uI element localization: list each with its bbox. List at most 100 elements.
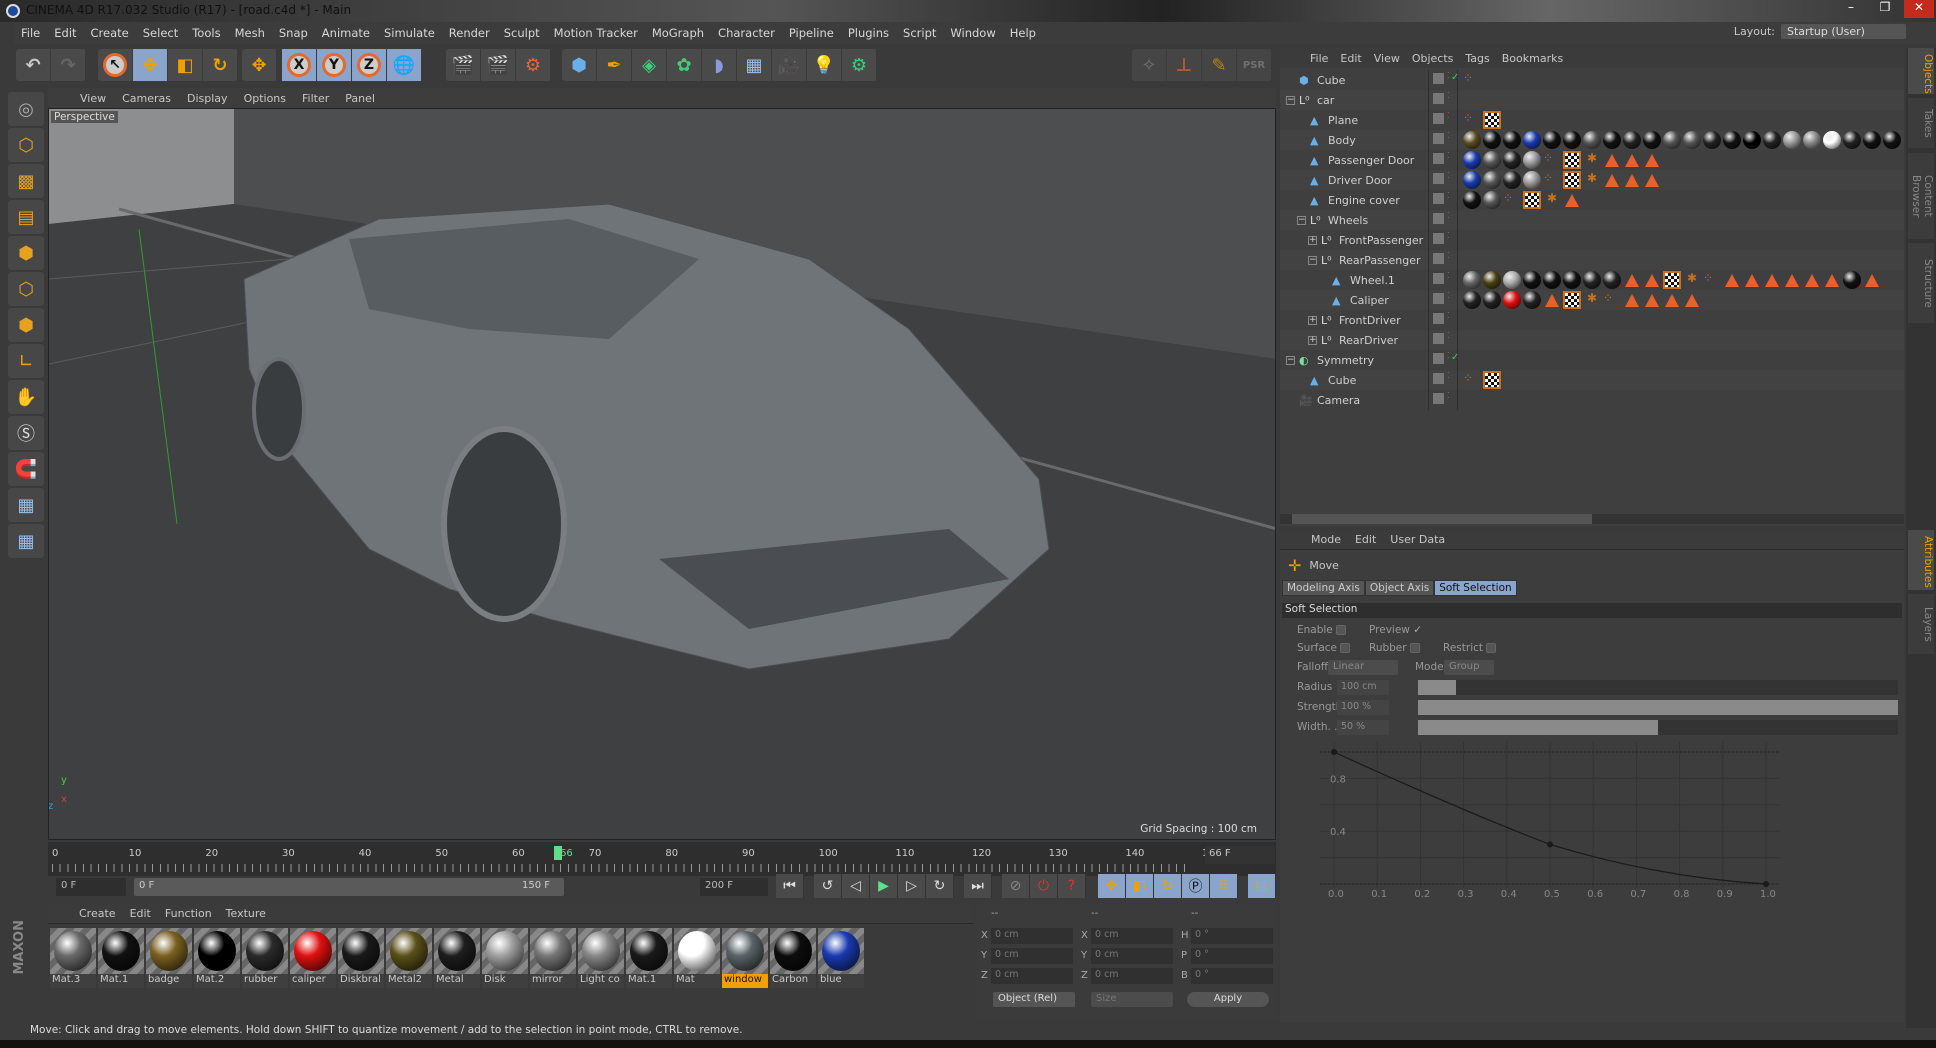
material-tag-icon[interactable] [1483, 131, 1501, 149]
model-mode-button[interactable]: ⬡ [8, 128, 44, 162]
points-mode-button[interactable]: ⬢ [8, 236, 44, 270]
visibility-dots-icon[interactable]: ⁚ [1447, 111, 1450, 120]
coord-field[interactable]: 0 cm [991, 948, 1073, 964]
material-tag-icon[interactable] [1883, 131, 1901, 149]
curve-control-point[interactable] [1763, 881, 1769, 887]
selection-tag-icon[interactable] [1605, 173, 1619, 187]
material-swatch[interactable]: Mat.2 [194, 928, 240, 988]
record-keys-button[interactable]: ⊘ [1002, 874, 1030, 898]
material-tag-icon[interactable] [1483, 171, 1501, 189]
material-swatch[interactable]: Mat.3 [50, 928, 96, 988]
key-position-button[interactable]: ✥ [1098, 874, 1126, 898]
visibility-dots-icon[interactable]: ⁚ [1447, 331, 1450, 340]
selection-tag-icon[interactable] [1645, 173, 1659, 187]
material-swatch[interactable]: Mat.1 [98, 928, 144, 988]
uvw-tag-icon[interactable] [1483, 111, 1501, 129]
deformer-button[interactable]: ◗ [702, 49, 737, 81]
object-row[interactable]: 🎥 Camera ⁚ [1280, 390, 1904, 410]
material-tag-icon[interactable] [1503, 291, 1521, 309]
material-tag-icon[interactable] [1523, 131, 1541, 149]
object-row[interactable]: ▲ Caliper ⁚ ✱ ⁘ [1280, 290, 1904, 310]
visibility-dots-icon[interactable]: ⁚ [1447, 211, 1450, 220]
selection-tag-icon[interactable] [1725, 273, 1739, 287]
side-tab-structure[interactable]: Structure [1908, 243, 1934, 323]
maximize-button[interactable]: ❐ [1870, 0, 1900, 18]
menu-edit[interactable]: Edit [47, 26, 83, 40]
collapse-icon[interactable]: − [1286, 355, 1295, 365]
menu-pipeline[interactable]: Pipeline [782, 26, 841, 40]
object-row[interactable]: ▲ Driver Door ⁚ ⁘ ✱ [1280, 170, 1904, 190]
material-tag-icon[interactable] [1823, 131, 1841, 149]
visibility-dots-icon[interactable]: ⁚ [1447, 191, 1450, 200]
material-swatch[interactable]: Metal2 [386, 928, 432, 988]
phong-tag-icon[interactable]: ⁘ [1463, 111, 1481, 129]
material-swatch[interactable]: caliper [290, 928, 336, 988]
axis-mode-button[interactable]: ∟ [8, 344, 44, 378]
material-menu-texture[interactable]: Texture [219, 907, 273, 920]
object-menu-view[interactable]: View [1368, 52, 1406, 65]
material-tag-icon[interactable] [1503, 151, 1521, 169]
uvw-tag-icon[interactable] [1523, 191, 1541, 209]
viewport-menu-panel[interactable]: Panel [337, 92, 383, 105]
keyframe-selection-button[interactable]: ? [1058, 874, 1086, 898]
menu-sculpt[interactable]: Sculpt [497, 26, 547, 40]
phong-tag-icon[interactable]: ⁘ [1603, 291, 1621, 309]
selection-tag-icon[interactable] [1665, 293, 1679, 307]
selection-tag-icon[interactable] [1745, 273, 1759, 287]
attribute-menu-user-data[interactable]: User Data [1383, 533, 1452, 546]
material-tag-icon[interactable] [1663, 131, 1681, 149]
visibility-cell[interactable]: ⁚ [1428, 250, 1458, 270]
visibility-cell[interactable]: ⁚ ✓ [1428, 350, 1459, 370]
material-tag-icon[interactable] [1503, 271, 1521, 289]
material-tag-icon[interactable] [1603, 271, 1621, 289]
z-axis-button[interactable]: Z [352, 49, 387, 81]
autokey-button[interactable]: ⏻ [1030, 874, 1058, 898]
menu-character[interactable]: Character [711, 26, 782, 40]
object-row[interactable]: + L⁰ RearDriver ⁚ [1280, 330, 1904, 350]
coord-field[interactable]: 0 cm [1091, 928, 1173, 944]
expand-icon[interactable]: + [1308, 335, 1317, 345]
visibility-cell[interactable]: ⁚ [1428, 170, 1458, 190]
object-row[interactable]: ▲ Engine cover ⁚ ⁘ ✱ [1280, 190, 1904, 210]
visibility-dots-icon[interactable]: ⁚ [1447, 251, 1450, 260]
restrict-checkbox[interactable] [1486, 643, 1497, 653]
coord-field[interactable]: 0 cm [991, 928, 1073, 944]
menu-script[interactable]: Script [896, 26, 943, 40]
menu-render[interactable]: Render [442, 26, 497, 40]
material-swatch[interactable]: Metal [434, 928, 480, 988]
phong-tag-icon[interactable]: ⁘ [1503, 191, 1521, 209]
object-menu-bookmarks[interactable]: Bookmarks [1496, 52, 1569, 65]
material-tag-icon[interactable] [1463, 191, 1481, 209]
selection-tag-icon[interactable] [1645, 273, 1659, 287]
workplane-button[interactable]: ⊥ [1167, 49, 1202, 81]
material-tag-icon[interactable] [1623, 131, 1641, 149]
object-menu-edit[interactable]: Edit [1334, 52, 1367, 65]
visibility-cell[interactable]: ⁚ [1428, 130, 1458, 150]
snap-button[interactable]: ✧ [1132, 49, 1167, 81]
selection-tag-icon[interactable] [1825, 273, 1839, 287]
object-menu-file[interactable]: File [1304, 52, 1334, 65]
object-row[interactable]: − ◐ Symmetry ⁚ ✓ [1280, 350, 1904, 370]
material-swatch[interactable]: mirror [530, 928, 576, 988]
strength-field[interactable]: 100 % [1337, 700, 1389, 715]
expand-icon[interactable]: + [1308, 235, 1317, 245]
menu-motion-tracker[interactable]: Motion Tracker [547, 26, 645, 40]
material-swatch[interactable]: Carbon [770, 928, 816, 988]
menu-window[interactable]: Window [943, 26, 1002, 40]
object-row[interactable]: − L⁰ RearPassenger ⁚ [1280, 250, 1904, 270]
strength-slider[interactable] [1418, 700, 1898, 715]
camera-button[interactable]: 🎥 [772, 49, 807, 81]
selection-tag-icon[interactable] [1625, 293, 1639, 307]
visibility-cell[interactable]: ⁚ [1428, 230, 1458, 250]
render-settings-button[interactable]: ⚙ [516, 49, 551, 81]
visibility-dots-icon[interactable]: ⁚ [1447, 271, 1450, 280]
start-frame-field[interactable]: 0 F [56, 878, 126, 896]
object-row[interactable]: ▲ Body ⁚ [1280, 130, 1904, 150]
selection-tag-icon[interactable] [1625, 173, 1639, 187]
attribute-menu-edit[interactable]: Edit [1348, 533, 1383, 546]
material-tag-icon[interactable] [1483, 191, 1501, 209]
width-field[interactable]: 50 % [1337, 720, 1389, 735]
material-tag-icon[interactable] [1783, 131, 1801, 149]
preview-range-slider[interactable]: 0 F 150 F [134, 878, 564, 896]
menu-file[interactable]: File [14, 26, 47, 40]
